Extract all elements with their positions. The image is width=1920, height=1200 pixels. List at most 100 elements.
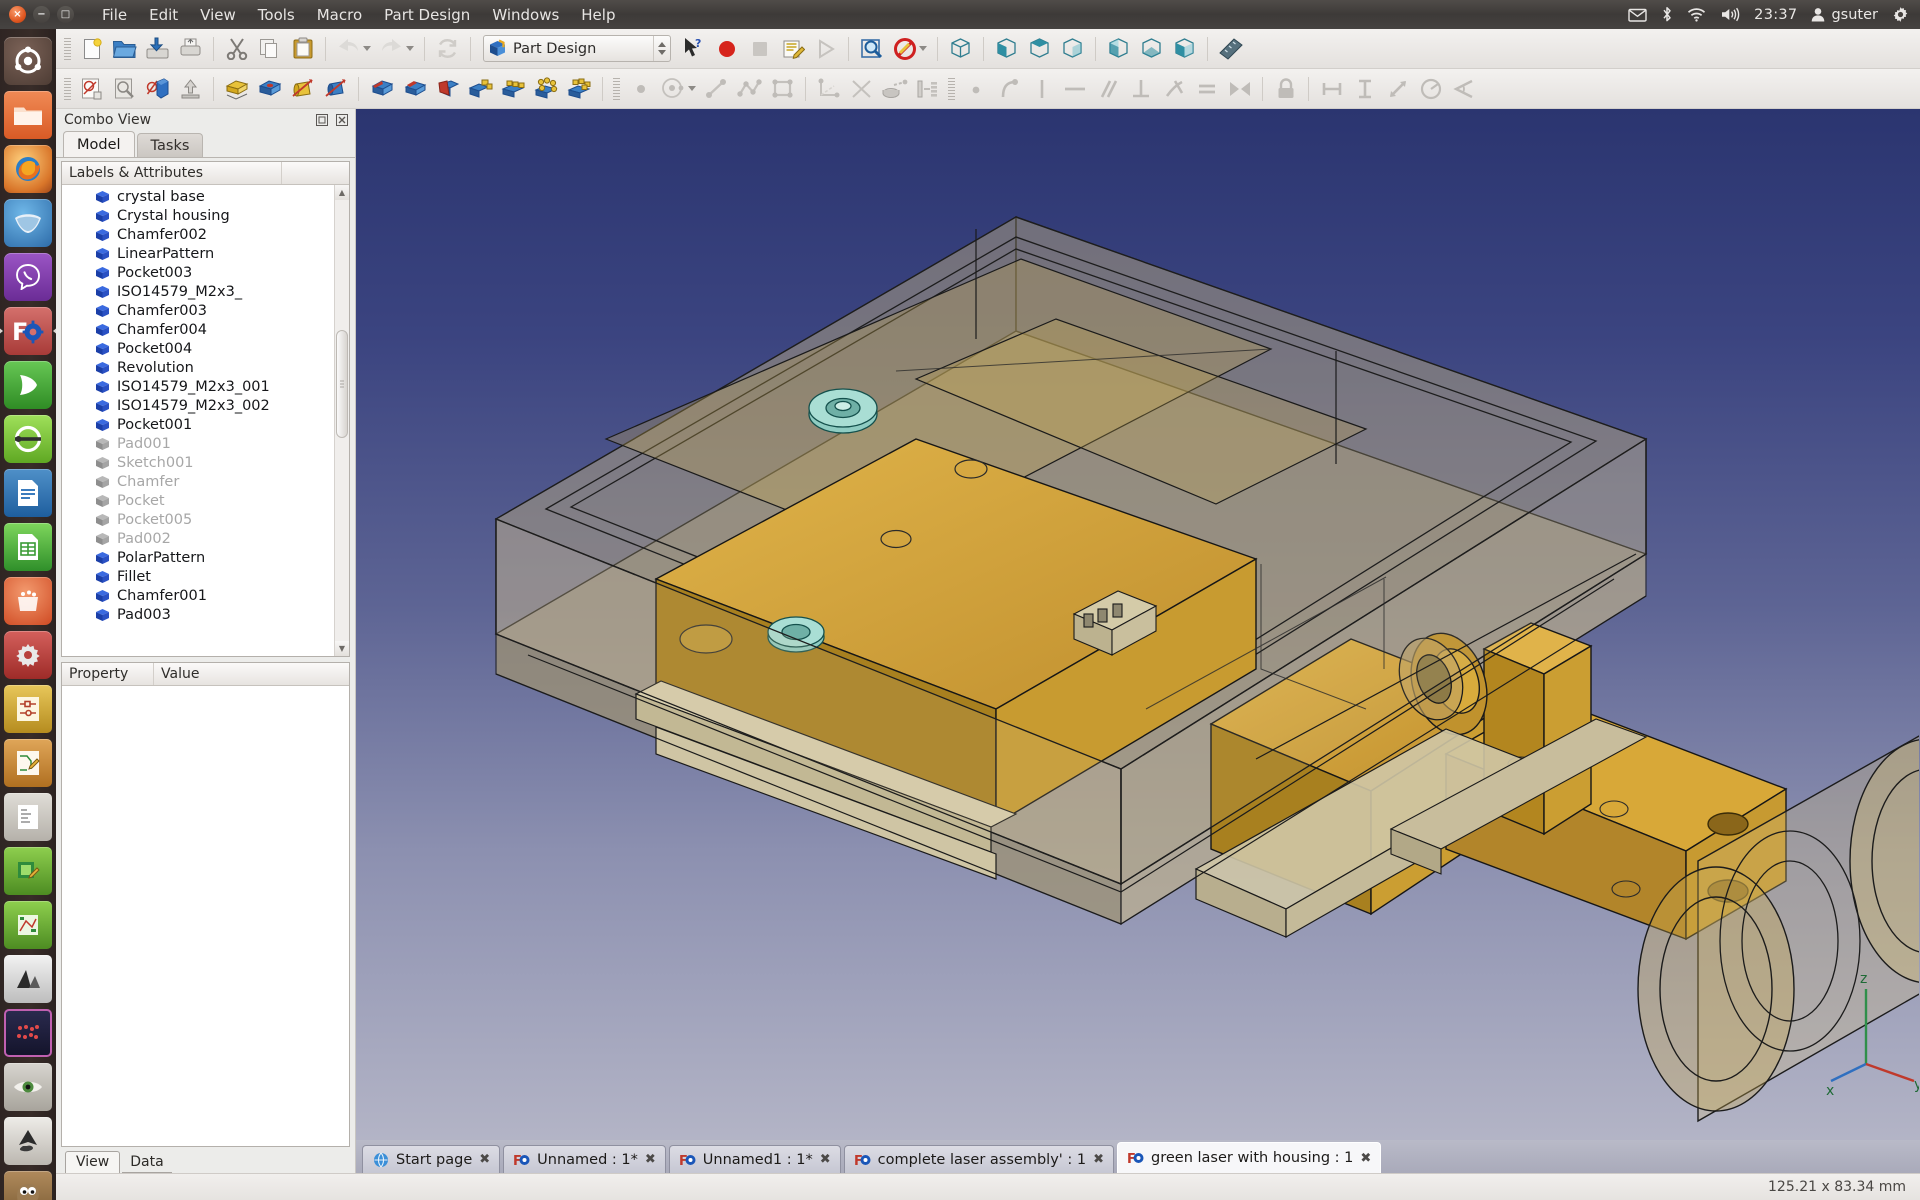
tree-item[interactable]: Chamfer001 [62,586,334,605]
tree-item[interactable]: PolarPattern [62,548,334,567]
print-document-button[interactable] [175,33,206,64]
linear-pattern-button[interactable] [498,73,529,104]
menu-macro[interactable]: Macro [306,4,373,26]
constraint-perpendicular-button[interactable] [1125,73,1156,104]
tree-item[interactable]: ISO14579_M2x3_ [62,282,334,301]
edit-sketch-button[interactable] [109,73,140,104]
close-icon[interactable]: ✖ [645,1152,656,1167]
launcher-item-kicad-gerbview[interactable] [4,793,52,841]
window-maximize-button[interactable]: □ [57,6,74,23]
undo-button[interactable] [333,33,364,64]
menu-edit[interactable]: Edit [138,4,189,26]
whats-this-button[interactable]: ? [678,33,709,64]
groove-button[interactable] [320,73,351,104]
bluetooth-icon[interactable] [1661,6,1673,23]
refresh-button[interactable] [432,33,463,64]
revolution-button[interactable] [287,73,318,104]
workbench-spinner[interactable] [653,36,670,61]
menu-windows[interactable]: Windows [481,4,570,26]
constraint-vertical-distance-button[interactable] [1349,73,1380,104]
tree-item[interactable]: ISO14579_M2x3_002 [62,396,334,415]
launcher-item-kicad-cvpcb[interactable] [4,901,52,949]
pad-button[interactable] [221,73,252,104]
menu-part-design[interactable]: Part Design [373,4,481,26]
tree-item[interactable]: Pad002 [62,529,334,548]
tab-model[interactable]: Model [63,131,135,157]
tree-item[interactable]: Sketch001 [62,453,334,472]
close-icon[interactable] [334,113,349,128]
clock[interactable]: 23:37 [1754,7,1797,23]
sketcher-polyline-button[interactable] [734,73,765,104]
tab-data[interactable]: Data [120,1152,173,1173]
undo-dropdown-icon[interactable] [363,46,371,51]
wifi-icon[interactable] [1687,7,1706,22]
pocket-button[interactable] [254,73,285,104]
tree-item[interactable]: Pocket [62,491,334,510]
constraint-angle-button[interactable] [1448,73,1479,104]
toolbar-grip[interactable] [63,78,72,100]
constraint-horizontal-button[interactable] [1059,73,1090,104]
tree-item[interactable]: Chamfer [62,472,334,491]
fillet-button[interactable] [366,73,397,104]
3d-viewport[interactable]: z y x [356,109,1920,1140]
document-tab[interactable]: F Unnamed : 1*✖ [503,1145,666,1173]
create-sketch-button[interactable] [76,73,107,104]
tree-item[interactable]: Fillet [62,567,334,586]
launcher-item-fritzing[interactable] [4,1009,52,1057]
menu-help[interactable]: Help [570,4,626,26]
right-view-button[interactable] [1057,33,1088,64]
document-tab[interactable]: F Unnamed1 : 1*✖ [669,1145,841,1173]
gear-icon[interactable] [1892,6,1909,23]
front-view-button[interactable] [991,33,1022,64]
constraint-radius-button[interactable] [1415,73,1446,104]
scroll-thumb[interactable] [336,330,348,438]
rear-view-button[interactable] [1103,33,1134,64]
toolbar-grip[interactable] [63,38,72,60]
left-view-button[interactable] [1169,33,1200,64]
top-view-button[interactable] [1024,33,1055,64]
draw-style-button[interactable] [889,33,920,64]
leave-sketch-button[interactable] [175,73,206,104]
polar-pattern-button[interactable] [531,73,562,104]
draw-style-dropdown-icon[interactable] [919,46,927,51]
launcher-item-kicad-project[interactable] [4,847,52,895]
volume-icon[interactable] [1720,7,1740,22]
sketcher-rectangle-button[interactable] [767,73,798,104]
launcher-item-ubuntu-software[interactable] [4,577,52,625]
launcher-item-cura-slicer[interactable] [4,415,52,463]
menu-view[interactable]: View [189,4,247,26]
map-sketch-button[interactable] [142,73,173,104]
tree-item[interactable]: Crystal housing [62,206,334,225]
tree-scrollbar[interactable]: ▲ ▼ [334,185,349,656]
macro-record-button[interactable] [711,33,742,64]
launcher-item-firefox[interactable] [4,145,52,193]
mirrored-button[interactable] [465,73,496,104]
launcher-item-thunderbird[interactable] [4,199,52,247]
open-document-button[interactable] [109,33,140,64]
scroll-down-icon[interactable]: ▼ [335,641,349,656]
macro-execute-button[interactable] [810,33,841,64]
close-icon[interactable]: ✖ [1360,1151,1371,1166]
constraint-equal-button[interactable] [1191,73,1222,104]
tree-item[interactable]: ISO14579_M2x3_001 [62,377,334,396]
toolbar-grip[interactable] [947,78,956,100]
document-tab[interactable]: F green laser with housing : 1✖ [1117,1142,1381,1173]
launcher-item-gimp[interactable] [4,1171,52,1200]
macro-edit-button[interactable] [777,33,808,64]
trim-edge-button[interactable] [846,73,877,104]
constraint-point-on-object-button[interactable] [993,73,1024,104]
window-minimize-button[interactable]: − [33,6,50,23]
launcher-item-freecad[interactable]: F [4,307,52,355]
sketcher-circle-dropdown-icon[interactable] [688,86,696,91]
clone-button[interactable] [912,73,943,104]
save-document-button[interactable] [142,33,173,64]
float-icon[interactable] [314,113,329,128]
workbench-selector[interactable]: Part Design [483,35,671,62]
sketcher-point-button[interactable] [625,73,656,104]
tree-item[interactable]: Revolution [62,358,334,377]
close-icon[interactable]: ✖ [479,1152,490,1167]
launcher-item-kicad-pcbnew[interactable] [4,739,52,787]
tree-item[interactable]: LinearPattern [62,244,334,263]
launcher-item-media-player[interactable] [4,361,52,409]
scroll-up-icon[interactable]: ▲ [335,185,349,200]
